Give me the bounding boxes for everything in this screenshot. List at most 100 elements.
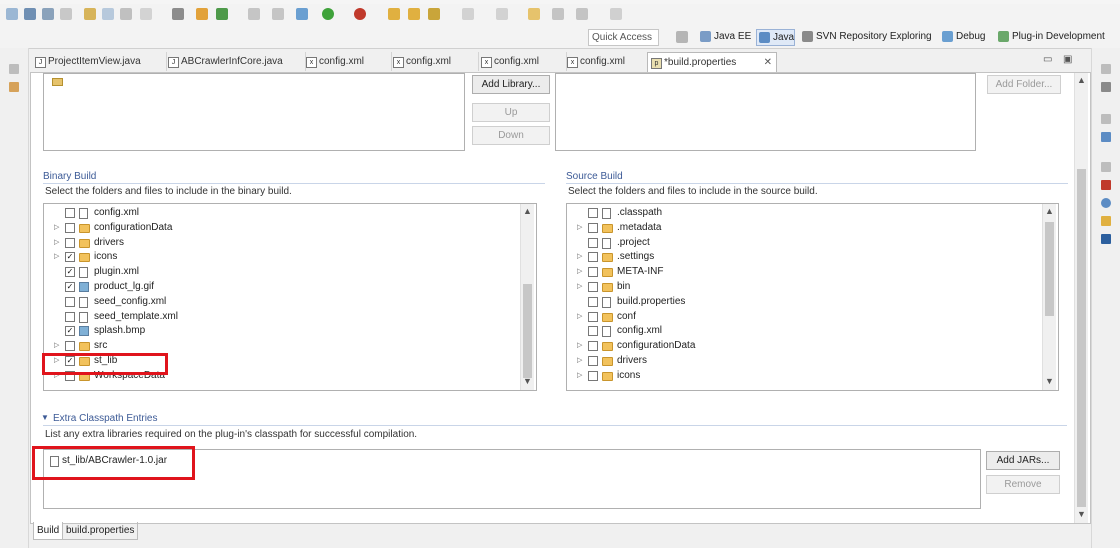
tab-build-properties[interactable]: p *build.properties ✕ xyxy=(647,52,777,72)
tree-item[interactable]: ▷ ✓ icons xyxy=(44,250,504,264)
expand-icon[interactable]: ▷ xyxy=(54,236,60,250)
tab-config-xml-3[interactable]: x config.xml xyxy=(478,52,567,71)
save-all-icon[interactable] xyxy=(42,8,54,20)
new-java-icon[interactable] xyxy=(196,8,208,20)
tab-build[interactable]: Build xyxy=(33,522,64,540)
expand-icon[interactable]: ▷ xyxy=(577,310,583,324)
pin-icon[interactable] xyxy=(610,8,622,20)
tree-item[interactable]: ▷ conf xyxy=(567,310,1027,324)
declaration-icon[interactable] xyxy=(1101,216,1111,226)
toggle-icon[interactable] xyxy=(248,8,260,20)
tab-build-properties-source[interactable]: build.properties xyxy=(62,522,139,540)
forward-arrow-icon[interactable] xyxy=(576,8,588,20)
include-checkbox[interactable] xyxy=(65,237,75,248)
perspective-debug[interactable]: Debug xyxy=(940,29,985,44)
include-checkbox[interactable]: ✓ xyxy=(65,282,75,292)
expand-icon[interactable]: ▷ xyxy=(54,339,60,353)
scroll-down-icon[interactable]: ▼ xyxy=(1075,509,1088,519)
tree-item[interactable]: ✓ splash.bmp xyxy=(44,324,504,338)
include-checkbox[interactable] xyxy=(65,296,75,307)
tab-abcrawlerinfcore[interactable]: J ABCrawlerInfCore.java xyxy=(165,52,306,71)
expand-icon[interactable]: ▷ xyxy=(577,354,583,368)
tree-item[interactable]: .classpath xyxy=(567,206,1027,220)
expand-icon[interactable]: ▷ xyxy=(54,250,60,264)
forward-icon[interactable] xyxy=(552,8,564,20)
open-perspective-icon[interactable] xyxy=(676,31,688,43)
include-checkbox[interactable] xyxy=(65,208,75,218)
tree-item[interactable]: ▷ icons xyxy=(567,369,1027,383)
tree-item[interactable]: ▷ src xyxy=(44,339,504,353)
window-icon[interactable] xyxy=(102,8,114,20)
tab-config-xml-1[interactable]: x config.xml xyxy=(303,52,392,71)
tab-config-xml-2[interactable]: x config.xml xyxy=(390,52,479,71)
include-checkbox[interactable] xyxy=(65,311,75,322)
include-checkbox[interactable]: ✓ xyxy=(65,252,75,263)
new-icon[interactable] xyxy=(6,8,18,20)
include-checkbox[interactable] xyxy=(588,208,598,218)
remove-button[interactable]: Remove xyxy=(986,475,1060,494)
tree-item[interactable]: ▷ .settings xyxy=(567,250,1027,264)
outline-icon[interactable] xyxy=(1101,132,1111,142)
perspective-plugin-dev[interactable]: Plug-in Development xyxy=(996,29,1105,44)
terminal-icon[interactable] xyxy=(120,8,132,20)
scroll-thumb[interactable] xyxy=(1045,222,1054,316)
add-folder-button[interactable]: Add Folder... xyxy=(987,75,1061,94)
include-checkbox[interactable] xyxy=(588,326,598,337)
tab-config-xml-4[interactable]: x config.xml xyxy=(564,52,653,71)
scroll-thumb[interactable] xyxy=(523,284,532,378)
quick-access-input[interactable]: Quick Access xyxy=(588,29,659,46)
add-jars-button[interactable]: Add JARs... xyxy=(986,451,1060,470)
expand-icon[interactable]: ▷ xyxy=(577,250,583,264)
tab-projectitemview[interactable]: J ProjectItemView.java xyxy=(32,52,167,71)
scroll-down-icon[interactable]: ▼ xyxy=(1043,376,1056,386)
tree-item[interactable]: ▷ configurationData xyxy=(44,221,504,235)
scroll-thumb[interactable] xyxy=(1077,169,1086,507)
include-checkbox[interactable] xyxy=(588,341,598,352)
close-icon[interactable]: ✕ xyxy=(764,53,772,72)
tree-item[interactable]: ▷ drivers xyxy=(567,354,1027,368)
open-folder-icon[interactable] xyxy=(388,8,400,20)
debug-icon[interactable] xyxy=(296,8,308,20)
server-icon[interactable] xyxy=(140,8,152,20)
build-icon[interactable] xyxy=(84,8,96,20)
tree-item[interactable]: seed_template.xml xyxy=(44,310,504,324)
include-checkbox[interactable] xyxy=(588,222,598,233)
tree-item[interactable]: ▷ .metadata xyxy=(567,221,1027,235)
include-checkbox[interactable] xyxy=(65,341,75,352)
include-checkbox[interactable] xyxy=(588,267,598,278)
console-icon[interactable] xyxy=(1101,234,1111,244)
include-checkbox[interactable]: ✓ xyxy=(65,267,75,278)
print-icon[interactable] xyxy=(60,8,72,20)
include-checkbox[interactable] xyxy=(588,282,598,292)
include-checkbox[interactable] xyxy=(588,356,598,366)
scroll-up-icon[interactable]: ▲ xyxy=(521,206,534,216)
source-tree-scrollbar[interactable]: ▲ ▼ xyxy=(1042,204,1056,390)
include-checkbox[interactable] xyxy=(588,311,598,322)
scroll-up-icon[interactable]: ▲ xyxy=(1075,75,1088,85)
tree-item[interactable]: build.properties xyxy=(567,295,1027,309)
include-checkbox[interactable]: ✓ xyxy=(65,326,75,337)
binary-tree-scrollbar[interactable]: ▲ ▼ xyxy=(520,204,534,390)
library-list[interactable] xyxy=(43,73,465,151)
javadoc-icon[interactable] xyxy=(1101,198,1111,208)
tree-item[interactable]: ▷ META-INF xyxy=(567,265,1027,279)
source-folder-list[interactable] xyxy=(555,73,976,151)
tree-item[interactable]: seed_config.xml xyxy=(44,295,504,309)
restore-icon[interactable] xyxy=(9,64,19,74)
include-checkbox[interactable] xyxy=(588,370,598,381)
next-annotation-icon[interactable] xyxy=(496,8,508,20)
expand-icon[interactable]: ▷ xyxy=(54,221,60,235)
scroll-up-icon[interactable]: ▲ xyxy=(1043,206,1056,216)
skip-breakpoints-icon[interactable] xyxy=(172,8,184,20)
up-button[interactable]: Up xyxy=(472,103,550,122)
search-icon[interactable] xyxy=(428,8,440,20)
expand-icon[interactable]: ▷ xyxy=(577,265,583,279)
perspective-java-ee[interactable]: Java EE xyxy=(698,29,751,44)
expand-icon[interactable]: ▷ xyxy=(577,369,583,383)
perspective-java[interactable]: Java xyxy=(756,29,796,46)
down-button[interactable]: Down xyxy=(472,126,550,145)
expand-icon[interactable]: ▷ xyxy=(577,221,583,235)
maximize-icon[interactable]: ▣ xyxy=(1063,54,1072,65)
tree-item[interactable]: config.xml xyxy=(44,206,504,220)
save-icon[interactable] xyxy=(24,8,36,20)
